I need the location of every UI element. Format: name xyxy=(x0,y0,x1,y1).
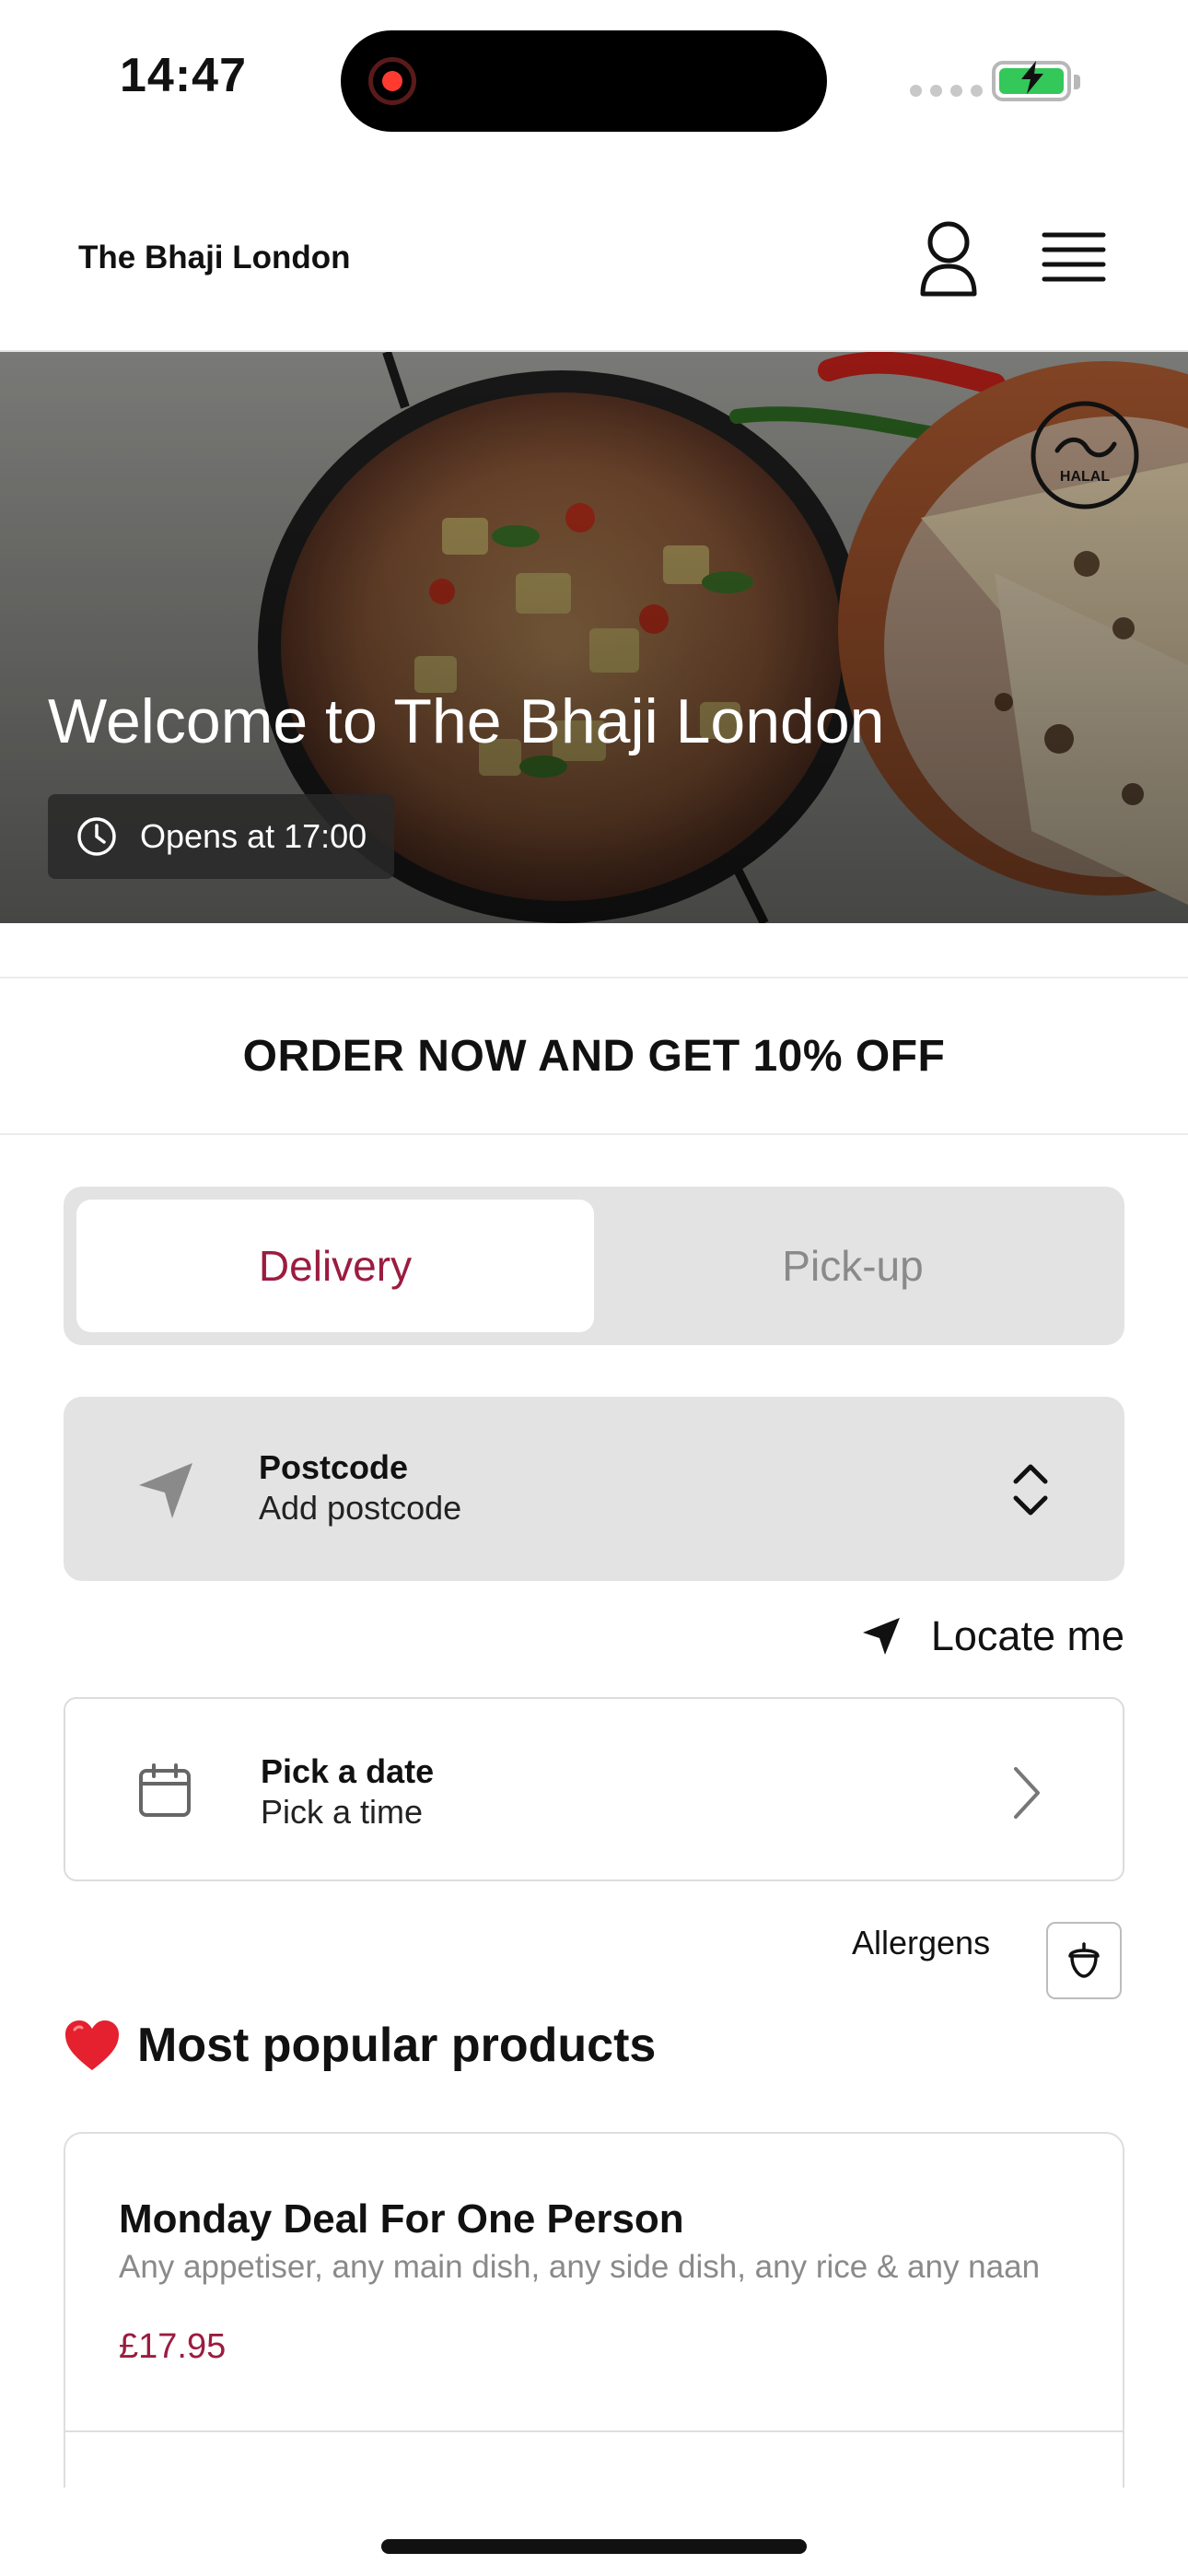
home-indicator[interactable] xyxy=(381,2539,807,2554)
dynamic-island xyxy=(341,30,827,132)
location-arrow-icon xyxy=(139,1463,192,1518)
menu-icon xyxy=(1042,232,1106,282)
chevron-right-icon xyxy=(1014,1767,1040,1819)
hero-banner: HALAL Welcome to The Bhaji London Opens … xyxy=(0,352,1188,923)
delivery-tab[interactable]: Delivery xyxy=(76,1200,594,1332)
opening-hours-text: Opens at 17:00 xyxy=(140,817,367,855)
account-icon xyxy=(920,221,977,297)
calendar-icon xyxy=(139,1763,191,1817)
menu-button[interactable] xyxy=(1039,226,1109,290)
product-price: £17.95 xyxy=(119,2327,227,2366)
allergens-label: Allergens xyxy=(852,1924,991,1961)
schedule-picker[interactable]: Pick a date Pick a time xyxy=(64,1697,1124,1881)
postcode-selector[interactable]: Postcode Add postcode xyxy=(64,1397,1124,1581)
popular-section-title: Most popular products xyxy=(64,2018,656,2073)
product-description: Any appetiser, any main dish, any side d… xyxy=(119,2249,1041,2285)
status-time: 14:47 xyxy=(120,49,247,102)
acorn-icon xyxy=(1068,1942,1100,1978)
halal-logo: HALAL xyxy=(1031,401,1139,509)
clock-icon xyxy=(77,817,116,856)
account-button[interactable] xyxy=(912,217,985,299)
date-label: Pick a date xyxy=(261,1752,435,1790)
battery-icon xyxy=(992,61,1080,101)
chevron-up-down-icon xyxy=(1013,1464,1048,1516)
time-label: Pick a time xyxy=(261,1793,424,1831)
postcode-label: Postcode xyxy=(259,1448,409,1486)
postcode-value: Add postcode xyxy=(259,1489,462,1527)
app-header: The Bhaji London xyxy=(0,161,1188,352)
fulfillment-toggle: Delivery Pick-up xyxy=(64,1187,1124,1345)
allergens-button[interactable] xyxy=(1046,1922,1122,1999)
status-bar: 14:47 xyxy=(0,0,1188,161)
recording-indicator-icon xyxy=(368,57,416,105)
signal-icon xyxy=(910,85,983,97)
promo-banner: ORDER NOW AND GET 10% OFF xyxy=(0,977,1188,1135)
promo-text: ORDER NOW AND GET 10% OFF xyxy=(242,1031,946,1081)
svg-text:HALAL: HALAL xyxy=(1060,469,1110,485)
locate-me-button[interactable]: Locate me xyxy=(859,1612,1124,1660)
next-product-card[interactable] xyxy=(64,2432,1124,2488)
opening-hours-badge: Opens at 17:00 xyxy=(48,794,395,879)
pickup-tab[interactable]: Pick-up xyxy=(594,1200,1112,1332)
product-name: Monday Deal For One Person xyxy=(119,2196,684,2242)
location-arrow-icon xyxy=(862,1618,900,1655)
product-card[interactable]: Monday Deal For One Person Any appetiser… xyxy=(64,2132,1124,2436)
locate-me-label: Locate me xyxy=(930,1612,1124,1659)
hero-title: Welcome to The Bhaji London xyxy=(48,686,885,756)
heart-icon xyxy=(65,2020,119,2070)
popular-title-text: Most popular products xyxy=(137,2019,657,2072)
brand-name[interactable]: The Bhaji London xyxy=(78,240,351,276)
